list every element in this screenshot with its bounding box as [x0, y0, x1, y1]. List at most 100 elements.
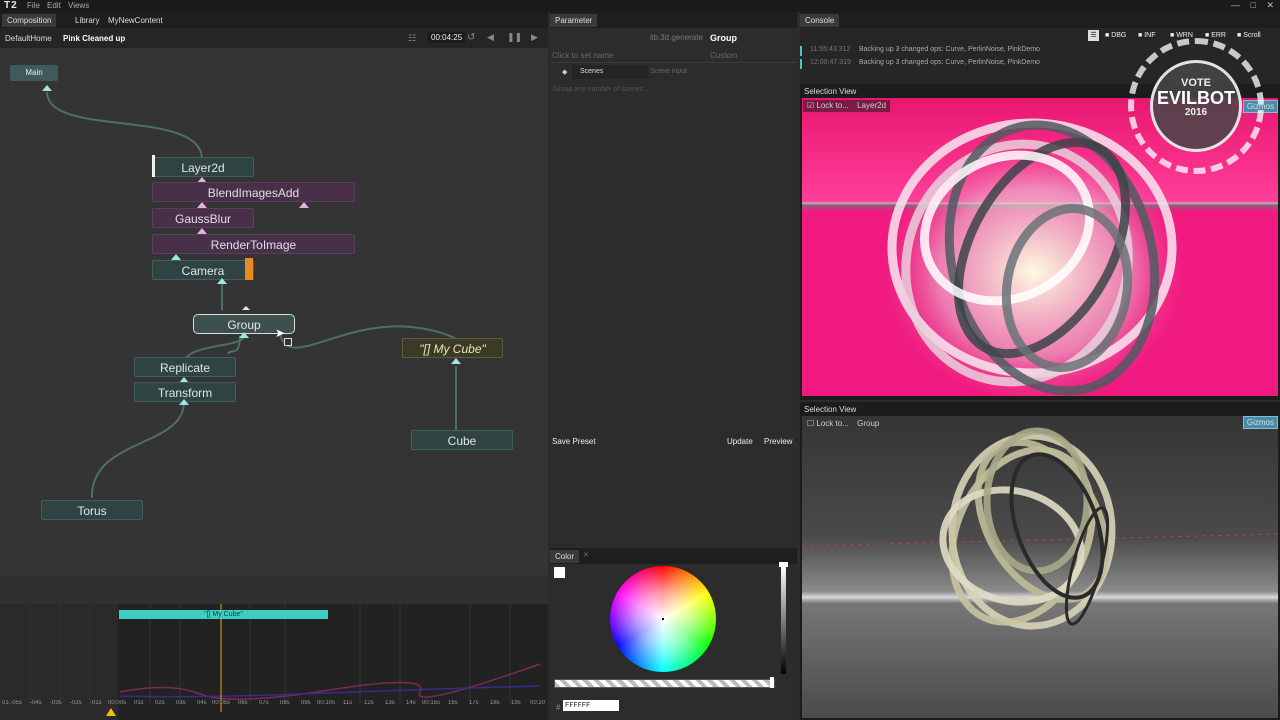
tick: 06s [238, 700, 248, 706]
menu-edit[interactable]: Edit [47, 1, 61, 10]
filter-error[interactable]: ■ ERR [1205, 32, 1226, 39]
tab-parameter[interactable]: Parameter [550, 14, 598, 27]
scenes-param-value: Scene input [650, 68, 687, 75]
menu-views[interactable]: Views [68, 1, 89, 10]
close-icon[interactable]: ✕ [1266, 0, 1274, 10]
main-input-port[interactable] [42, 85, 52, 91]
update-button[interactable]: Update [727, 437, 753, 446]
filter-info[interactable]: ■ INF [1138, 32, 1155, 39]
parameter-tabbar: Parameter [550, 12, 797, 28]
badge-year: 2016 [1184, 107, 1208, 118]
node-rendertoimage[interactable]: RenderToImage [152, 234, 355, 254]
composition-header: DefaultHome Pink Cleaned up ☷ 00:04:25 ↺… [0, 28, 548, 48]
breadcrumb-current[interactable]: Pink Cleaned up [63, 34, 125, 43]
hex-prefix: # [556, 703, 561, 712]
play-icon[interactable]: ▶ [531, 32, 538, 43]
view-title: Selection View [804, 87, 857, 96]
timeline-clip[interactable]: "[] My Cube" [119, 610, 328, 619]
lock-label: Lock to... [816, 101, 849, 110]
log-time: 12:00:47.319 [810, 59, 851, 66]
play-back-icon[interactable]: ◀ [487, 32, 494, 43]
checkbox-icon[interactable]: ☑ [807, 101, 814, 110]
rewind-icon[interactable]: ↺ [467, 32, 475, 43]
tick: 01:-05s [2, 700, 23, 706]
op-name: Group [710, 33, 737, 43]
console-clear-icon[interactable]: ☰ [1088, 30, 1099, 41]
tab-composition[interactable]: Composition [2, 14, 57, 27]
filter-label: ERR [1211, 32, 1226, 39]
expand-icon[interactable]: ◆ [562, 68, 567, 76]
tab-mynewcontent[interactable]: MyNewContent [103, 14, 168, 27]
tick: 04s [197, 700, 207, 706]
main-output-node[interactable]: Main [10, 65, 58, 81]
filter-label: DBG [1111, 32, 1127, 39]
lock-toggle[interactable]: ☐ Lock to... Group [803, 418, 883, 430]
tick: 03s [176, 700, 186, 706]
node-gaussblur[interactable]: GaussBlur [152, 208, 254, 228]
alpha-slider[interactable] [554, 679, 775, 688]
port-group-in[interactable] [239, 332, 249, 338]
lock-target: Layer2d [857, 101, 887, 110]
brightness-slider[interactable] [781, 566, 786, 674]
tick: 09s [301, 700, 311, 706]
save-preset-button[interactable]: Save Preset [552, 437, 596, 446]
console-tabbar: Console [800, 12, 1280, 28]
tab-library[interactable]: Library [70, 14, 104, 27]
app-logo: T2 [4, 0, 18, 11]
tick: 18s [490, 700, 500, 706]
filter-scroll[interactable]: ■ Scroll [1237, 32, 1261, 39]
node-layer2d[interactable]: Layer2d [152, 157, 254, 177]
timeline-toggle-icon[interactable]: ☷ [408, 33, 416, 44]
node-graph[interactable]: Main Layer2d BlendImagesAdd GaussBlur Re… [0, 48, 548, 576]
scenes-param-label[interactable]: Scenes [572, 65, 648, 79]
lock-label: Lock to... [816, 419, 849, 428]
menu-file[interactable]: File [27, 1, 40, 10]
drag-handle-icon[interactable] [284, 338, 292, 346]
node-blendimagesadd[interactable]: BlendImagesAdd [152, 182, 355, 202]
alpha-handle[interactable] [770, 677, 774, 688]
graph-connections [46, 91, 457, 499]
brightness-handle[interactable] [779, 562, 788, 567]
tick: 00:20 [530, 700, 546, 706]
color-wheel[interactable] [610, 566, 716, 672]
name-row: Click to set name Custom [550, 48, 797, 63]
filter-label: Scroll [1243, 32, 1261, 39]
tick: -03s [50, 700, 62, 706]
tab-console[interactable]: Console [800, 14, 840, 27]
timeline-panel[interactable]: "[] My Cube" 01:-05s -04s -03s -02s -01s… [0, 604, 548, 720]
tick: 00:05s [212, 700, 231, 706]
node-camera[interactable]: Camera [152, 260, 254, 280]
tick: -04s [30, 700, 42, 706]
menu-bar: T2 File Edit Views — □ ✕ [0, 0, 1280, 12]
port-camera-in[interactable] [217, 278, 227, 284]
tick: 08s [280, 700, 290, 706]
parameter-panel: Parameter lib.3d.generate Group Click to… [550, 12, 797, 545]
maximize-icon[interactable]: □ [1251, 0, 1256, 10]
lock-toggle[interactable]: ☑ Lock to... Layer2d [803, 100, 891, 112]
minimize-icon[interactable]: — [1231, 0, 1240, 10]
render-viewport-group[interactable] [802, 416, 1278, 718]
name-input[interactable]: Click to set name [552, 51, 613, 60]
node-layer2d-marker [152, 155, 155, 177]
node-replicate[interactable]: Replicate [134, 357, 236, 377]
pause-icon[interactable]: ❚❚ [507, 32, 522, 43]
node-torus[interactable]: Torus [41, 500, 143, 520]
tab-color[interactable]: Color [550, 550, 580, 563]
time-display[interactable]: 00:04:25 [428, 32, 466, 43]
tick: -01s [90, 700, 102, 706]
close-tab-icon[interactable]: ✕ [583, 551, 589, 559]
port-blend-in-b[interactable] [299, 202, 309, 208]
filter-debug[interactable]: ■ DBG [1105, 32, 1126, 39]
hex-input[interactable] [563, 700, 619, 711]
port-mycube-in[interactable] [451, 358, 461, 364]
node-my-cube-op[interactable]: "[] My Cube" [402, 338, 503, 358]
checkbox-icon[interactable]: ☐ [807, 419, 814, 428]
preview-button[interactable]: Preview [764, 437, 792, 446]
port-transform-in[interactable] [179, 399, 189, 405]
breadcrumb-home[interactable]: DefaultHome [5, 34, 52, 43]
node-cube[interactable]: Cube [411, 430, 513, 450]
color-swatch[interactable] [554, 567, 565, 578]
composition-tabbar: Composition Library MyNewContent [0, 12, 548, 28]
gizmos-toggle[interactable]: Gizmos [1242, 416, 1278, 429]
color-picker-dot[interactable] [662, 618, 664, 620]
